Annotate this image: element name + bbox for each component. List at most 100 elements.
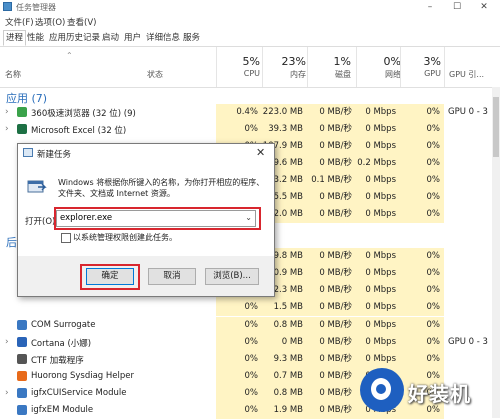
disk-cell: 0 MB/秒	[307, 351, 356, 368]
cpu-cell: 0%	[216, 121, 262, 138]
gpu-cell: 0%	[400, 138, 444, 155]
dialog-title: 新建任务	[37, 150, 72, 160]
disk-cell: 0 MB/秒	[307, 282, 356, 299]
chevron-right-icon[interactable]: ›	[5, 388, 9, 398]
gpu-cell: 0%	[400, 206, 444, 223]
col-gpu-engine[interactable]: GPU 引...	[449, 69, 484, 80]
disk-cell: 0 MB/秒	[307, 189, 356, 206]
gpu-engine-cell	[444, 155, 492, 172]
process-name: Huorong Sysdiag Helper	[31, 371, 134, 381]
disk-cell: 0 MB/秒	[307, 138, 356, 155]
cpu-cell: 0%	[216, 317, 262, 334]
memory-cell: 223.0 MB	[262, 104, 307, 121]
admin-checkbox-label[interactable]: 以系统管理权限创建此任务。	[73, 232, 177, 243]
process-row[interactable]: › Cortana (小娜) 0% 0 MB 0 MB/秒 0 Mbps 0% GPU 0 -…	[0, 334, 492, 351]
process-icon	[17, 405, 27, 415]
network-cell: 0 Mbps	[356, 189, 400, 206]
gpu-cell: 0%	[400, 334, 444, 351]
chevron-right-icon[interactable]: ›	[5, 124, 9, 134]
network-cell: 0 Mbps	[356, 317, 400, 334]
tab-details[interactable]: 详细信息	[144, 31, 182, 45]
gpu-engine-cell	[444, 265, 492, 282]
gpu-engine-cell	[444, 138, 492, 155]
memory-cell: 1.5 MB	[262, 299, 307, 316]
highlight-box	[54, 207, 261, 230]
gpu-cell: 0%	[400, 282, 444, 299]
divider	[262, 47, 263, 87]
gpu-engine-cell: GPU 0 - 3	[444, 334, 492, 351]
menu-options[interactable]: 选项(O)	[35, 16, 65, 28]
dialog-close-icon[interactable]: ✕	[256, 146, 265, 159]
gpu-engine-cell	[444, 206, 492, 223]
disk-cell: 0 MB/秒	[307, 155, 356, 172]
disk-cell: 0 MB/秒	[307, 104, 356, 121]
gpu-cell: 0%	[400, 189, 444, 206]
dialog-description: Windows 将根据你所键入的名称，为你打开相应的程序、文件夹、文档或 Int…	[58, 178, 265, 198]
run-icon	[23, 148, 33, 157]
browse-button[interactable]: 浏览(B)...	[205, 268, 259, 285]
disk-cell: 0 MB/秒	[307, 265, 356, 282]
gpu-engine-cell	[444, 299, 492, 316]
gpu-engine-cell	[444, 189, 492, 206]
process-icon	[17, 371, 27, 381]
tab-processes[interactable]: 进程	[3, 30, 27, 46]
disk-cell: 0 MB/秒	[307, 299, 356, 316]
scrollbar-thumb[interactable]	[493, 97, 499, 157]
sort-up-icon: ⌃	[66, 51, 73, 60]
network-cell: 0 Mbps	[356, 206, 400, 223]
disk-cell: 0 MB/秒	[307, 334, 356, 351]
process-name: COM Surrogate	[31, 320, 96, 330]
task-manager-icon	[3, 2, 12, 11]
process-row[interactable]: COM Surrogate 0% 0.8 MB 0 MB/秒 0 Mbps 0%	[0, 317, 492, 334]
tab-services[interactable]: 服务	[181, 31, 202, 45]
disk-cell: 0 MB/秒	[307, 317, 356, 334]
gpu-cell: 0%	[400, 265, 444, 282]
menu-view[interactable]: 查看(V)	[67, 16, 96, 28]
disk-cell: 0.1 MB/秒	[307, 172, 356, 189]
process-name: igfxEM Module	[31, 405, 94, 415]
process-row[interactable]: › 360极速浏览器 (32 位) (9) 0.4% 223.0 MB 0 MB/秒 0 …	[0, 104, 492, 121]
admin-checkbox[interactable]	[61, 233, 71, 243]
gpu-engine-cell: GPU 0 - 3	[444, 104, 492, 121]
title-bar: 任务管理器 – ☐ ✕	[0, 0, 500, 14]
network-cell: 0.2 Mbps	[356, 155, 400, 172]
cpu-cell: 0%	[216, 351, 262, 368]
col-name[interactable]: 名称	[5, 69, 21, 80]
tab-performance[interactable]: 性能	[25, 31, 46, 45]
tab-startup[interactable]: 启动	[100, 31, 121, 45]
minimize-button[interactable]: –	[420, 0, 440, 14]
network-cell: 0 Mbps	[356, 104, 400, 121]
menu-file[interactable]: 文件(F)	[5, 16, 34, 28]
network-cell: 0 Mbps	[356, 138, 400, 155]
gpu-cell: 0%	[400, 104, 444, 121]
divider	[356, 47, 357, 87]
process-row[interactable]: › Microsoft Excel (32 位) 0% 39.3 MB 0 MB/秒 0 …	[0, 121, 492, 138]
process-icon	[17, 354, 27, 364]
process-name: Cortana (小娜)	[31, 339, 92, 349]
gpu-engine-cell	[444, 121, 492, 138]
network-cell: 0 Mbps	[356, 121, 400, 138]
disk-cell: 0 MB/秒	[307, 121, 356, 138]
cancel-button[interactable]: 取消	[148, 268, 196, 285]
chevron-right-icon[interactable]: ›	[5, 337, 9, 347]
chevron-right-icon[interactable]: ›	[5, 107, 9, 117]
tab-app-history[interactable]: 应用历史记录	[47, 31, 102, 45]
process-row[interactable]: 0% 1.5 MB 0 MB/秒 0 Mbps 0%	[0, 299, 492, 316]
process-icon	[17, 124, 27, 134]
gpu-engine-cell	[444, 317, 492, 334]
col-status[interactable]: 状态	[147, 69, 163, 80]
tab-users[interactable]: 用户	[122, 31, 143, 45]
memory-cell: 0 MB	[262, 334, 307, 351]
gpu-cell: 0%	[400, 155, 444, 172]
gpu-cell: 0%	[400, 121, 444, 138]
tab-bar: 进程 性能 应用历史记录 启动 用户 详细信息 服务	[0, 30, 500, 47]
col-gpu[interactable]: GPU	[381, 69, 441, 78]
cpu-cell: 0%	[216, 299, 262, 316]
memory-cell: 39.3 MB	[262, 121, 307, 138]
memory-cell: 1.9 MB	[262, 402, 307, 419]
maximize-button[interactable]: ☐	[447, 0, 467, 14]
close-button[interactable]: ✕	[474, 0, 494, 14]
divider	[307, 47, 308, 87]
dialog-title-bar: 新建任务 ✕	[18, 144, 274, 162]
gpu-percent[interactable]: 3%	[381, 55, 441, 68]
